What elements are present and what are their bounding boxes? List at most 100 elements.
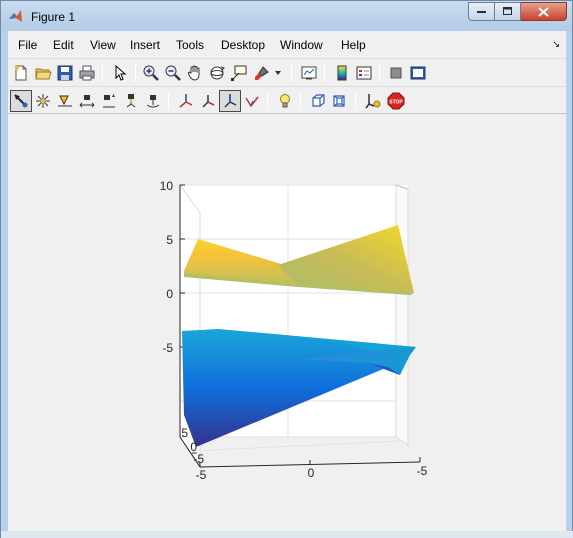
- pan-button[interactable]: [184, 62, 206, 84]
- menu-edit[interactable]: Edit: [53, 38, 74, 52]
- toolbar-separator: [135, 64, 136, 82]
- hide-plot-tools-button[interactable]: [385, 62, 407, 84]
- svg-text:STOP: STOP: [389, 100, 403, 106]
- perspective-projection-button[interactable]: [329, 90, 351, 112]
- figure-window: Figure 1 File Edit View Insert Tools Des…: [0, 0, 573, 538]
- stop-camera-button[interactable]: STOP: [385, 90, 407, 112]
- toolbar-separator: [267, 92, 268, 110]
- light-bulb-icon: [280, 94, 290, 108]
- edit-plot-arrow-icon: [115, 64, 127, 81]
- menu-help[interactable]: Help: [341, 38, 366, 52]
- stop-sign-icon: STOP: [387, 92, 405, 110]
- print-icon: [79, 65, 95, 81]
- roll-camera-button[interactable]: [142, 90, 164, 112]
- camera-toolbar: STOP: [8, 86, 566, 114]
- matlab-logo-icon: [9, 10, 22, 22]
- menu-tools[interactable]: Tools: [176, 38, 204, 52]
- brush-dropdown[interactable]: [271, 62, 285, 84]
- reset-camera-button[interactable]: [362, 90, 384, 112]
- orbit-camera-icon: [14, 94, 28, 108]
- open-file-icon: [35, 68, 52, 80]
- principal-axis-z-icon: [224, 94, 237, 108]
- link-plot-icon: [301, 66, 317, 80]
- move-camera-horizontal-icon: [79, 95, 95, 108]
- principal-axis-x-button[interactable]: [175, 90, 197, 112]
- menu-window[interactable]: Window: [280, 38, 323, 52]
- title-bar[interactable]: Figure 1: [1, 1, 572, 31]
- show-plot-tools-button[interactable]: [407, 62, 429, 84]
- save-button[interactable]: [54, 62, 76, 84]
- toolbar-separator: [379, 64, 380, 82]
- zoom-camera-button[interactable]: [120, 90, 142, 112]
- menu-insert[interactable]: Insert: [130, 38, 160, 52]
- save-icon: [57, 65, 73, 81]
- principal-axis-y-button[interactable]: [197, 90, 219, 112]
- x-tick-label: -5: [417, 464, 428, 478]
- principal-axis-z-button[interactable]: [219, 90, 241, 112]
- orbit-scene-light-button[interactable]: [32, 90, 54, 112]
- brush-icon: [255, 66, 269, 80]
- move-camera-horizontal-button[interactable]: [76, 90, 98, 112]
- rotate-3d-button[interactable]: [206, 62, 228, 84]
- figure-canvas[interactable]: 10 5 0 -5 5 0 -5 -5 0 -5: [8, 115, 566, 531]
- toggle-scene-light-button[interactable]: [274, 90, 296, 112]
- new-figure-button[interactable]: [10, 62, 32, 84]
- principal-axis-x-icon: [179, 94, 193, 108]
- x-tick-label: -5: [196, 468, 207, 482]
- open-file-button[interactable]: [32, 62, 54, 84]
- figure-client-area: File Edit View Insert Tools Desktop Wind…: [8, 31, 566, 531]
- window-title: Figure 1: [31, 10, 76, 24]
- dock-arrow-icon[interactable]: ↘: [552, 39, 560, 50]
- maximize-icon: [502, 7, 512, 15]
- close-button[interactable]: [521, 2, 567, 21]
- zoom-in-button[interactable]: [140, 62, 162, 84]
- toolbar-separator: [168, 92, 169, 110]
- reset-camera-icon: [365, 94, 381, 109]
- insert-legend-button[interactable]: [353, 62, 375, 84]
- pan-tilt-camera-button[interactable]: [54, 90, 76, 112]
- print-button[interactable]: [76, 62, 98, 84]
- z-tick-label: 10: [160, 179, 174, 193]
- zoom-out-button[interactable]: [162, 62, 184, 84]
- toolbar-separator: [355, 92, 356, 110]
- zoom-out-icon: [165, 65, 181, 81]
- edit-plot-button[interactable]: [109, 62, 131, 84]
- surface-plot[interactable]: 10 5 0 -5 5 0 -5 -5 0 -5: [8, 115, 566, 531]
- brush-button[interactable]: [251, 62, 273, 84]
- hide-plot-tools-icon: [390, 67, 402, 79]
- menu-desktop[interactable]: Desktop: [221, 38, 265, 52]
- zoom-in-icon: [143, 65, 159, 81]
- principal-axis-none-button[interactable]: [241, 90, 263, 112]
- pan-tilt-camera-icon: [58, 95, 72, 107]
- z-tick-label: -5: [162, 341, 173, 355]
- orthographic-projection-button[interactable]: [307, 90, 329, 112]
- toolbar-separator: [300, 92, 301, 110]
- link-plot-button[interactable]: [298, 62, 320, 84]
- insert-colorbar-button[interactable]: [331, 62, 353, 84]
- move-camera-forward-button[interactable]: [98, 90, 120, 112]
- minimize-icon: [476, 10, 486, 13]
- orthographic-cube-icon: [312, 94, 325, 107]
- roll-camera-icon: [146, 95, 160, 108]
- menu-view[interactable]: View: [90, 38, 116, 52]
- legend-icon: [356, 66, 372, 80]
- colorbar-icon: [337, 65, 347, 81]
- menu-bar: File Edit View Insert Tools Desktop Wind…: [8, 31, 566, 57]
- toolbar-separator: [291, 64, 292, 82]
- minimize-button[interactable]: [468, 2, 495, 21]
- rotate-3d-icon: [210, 66, 225, 80]
- data-cursor-button[interactable]: [228, 62, 250, 84]
- toolbar-separator: [102, 64, 103, 82]
- window-bottom-border: [1, 531, 573, 538]
- y-tick-label: 5: [181, 426, 188, 440]
- zoom-camera-icon: [126, 94, 136, 108]
- principal-axis-none-icon: [245, 96, 259, 108]
- show-plot-tools-icon: [410, 66, 426, 80]
- move-camera-forward-icon: [103, 94, 115, 108]
- principal-axis-y-icon: [202, 95, 215, 108]
- orbit-camera-button[interactable]: [10, 90, 32, 112]
- maximize-button[interactable]: [495, 2, 521, 21]
- menu-file[interactable]: File: [18, 38, 37, 52]
- z-tick-label: 5: [166, 233, 173, 247]
- y-tick-label: -5: [193, 452, 204, 466]
